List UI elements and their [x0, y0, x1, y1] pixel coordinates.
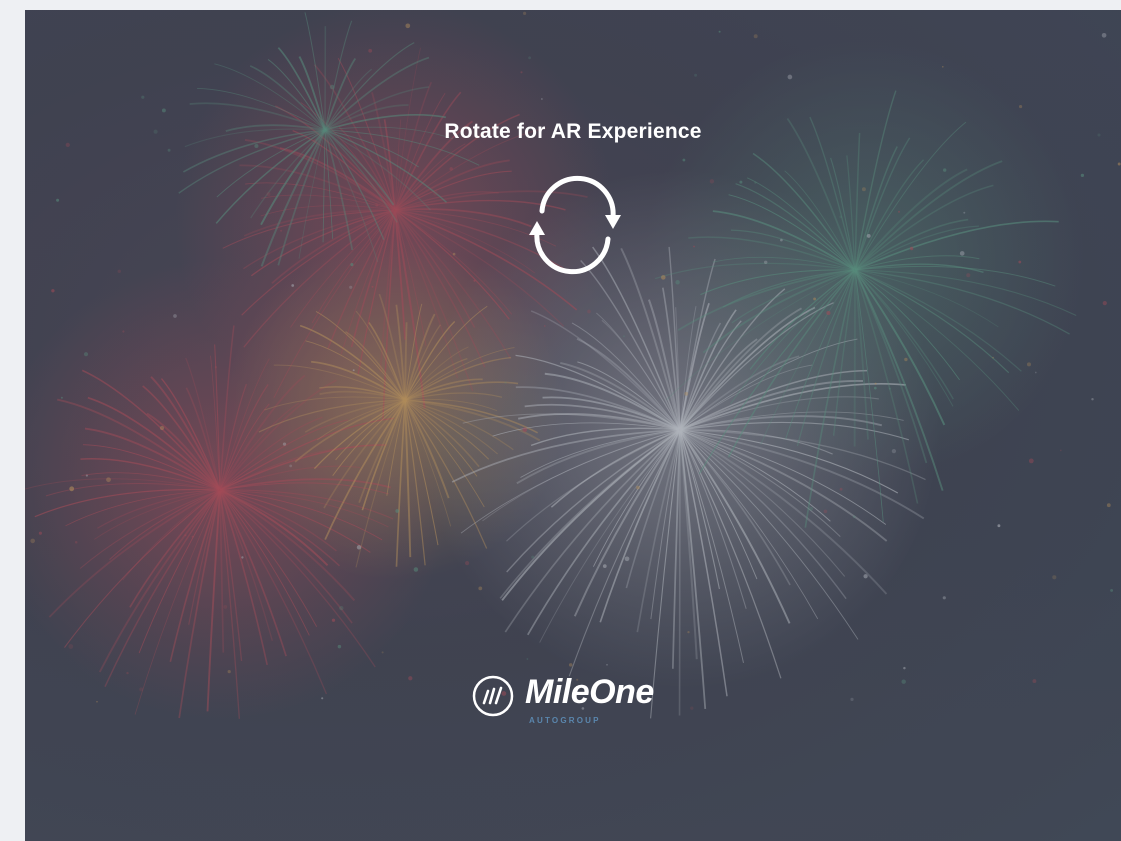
mileone-logo: MileOne AUTOGROUP [471, 670, 701, 730]
page: Rotate for AR Experience MileOne AUTOGRO… [0, 0, 1121, 841]
ar-splash-screen: Rotate for AR Experience MileOne AUTOGRO… [25, 10, 1121, 841]
brand-subtitle: AUTOGROUP [529, 716, 601, 725]
brand-name: MileOne [525, 673, 654, 711]
rotate-arrows-icon [529, 175, 621, 275]
rotate-prompt-title: Rotate for AR Experience [444, 120, 702, 143]
left-gutter [0, 0, 25, 841]
top-gutter [0, 0, 1121, 10]
mileone-logo-icon [472, 675, 514, 717]
